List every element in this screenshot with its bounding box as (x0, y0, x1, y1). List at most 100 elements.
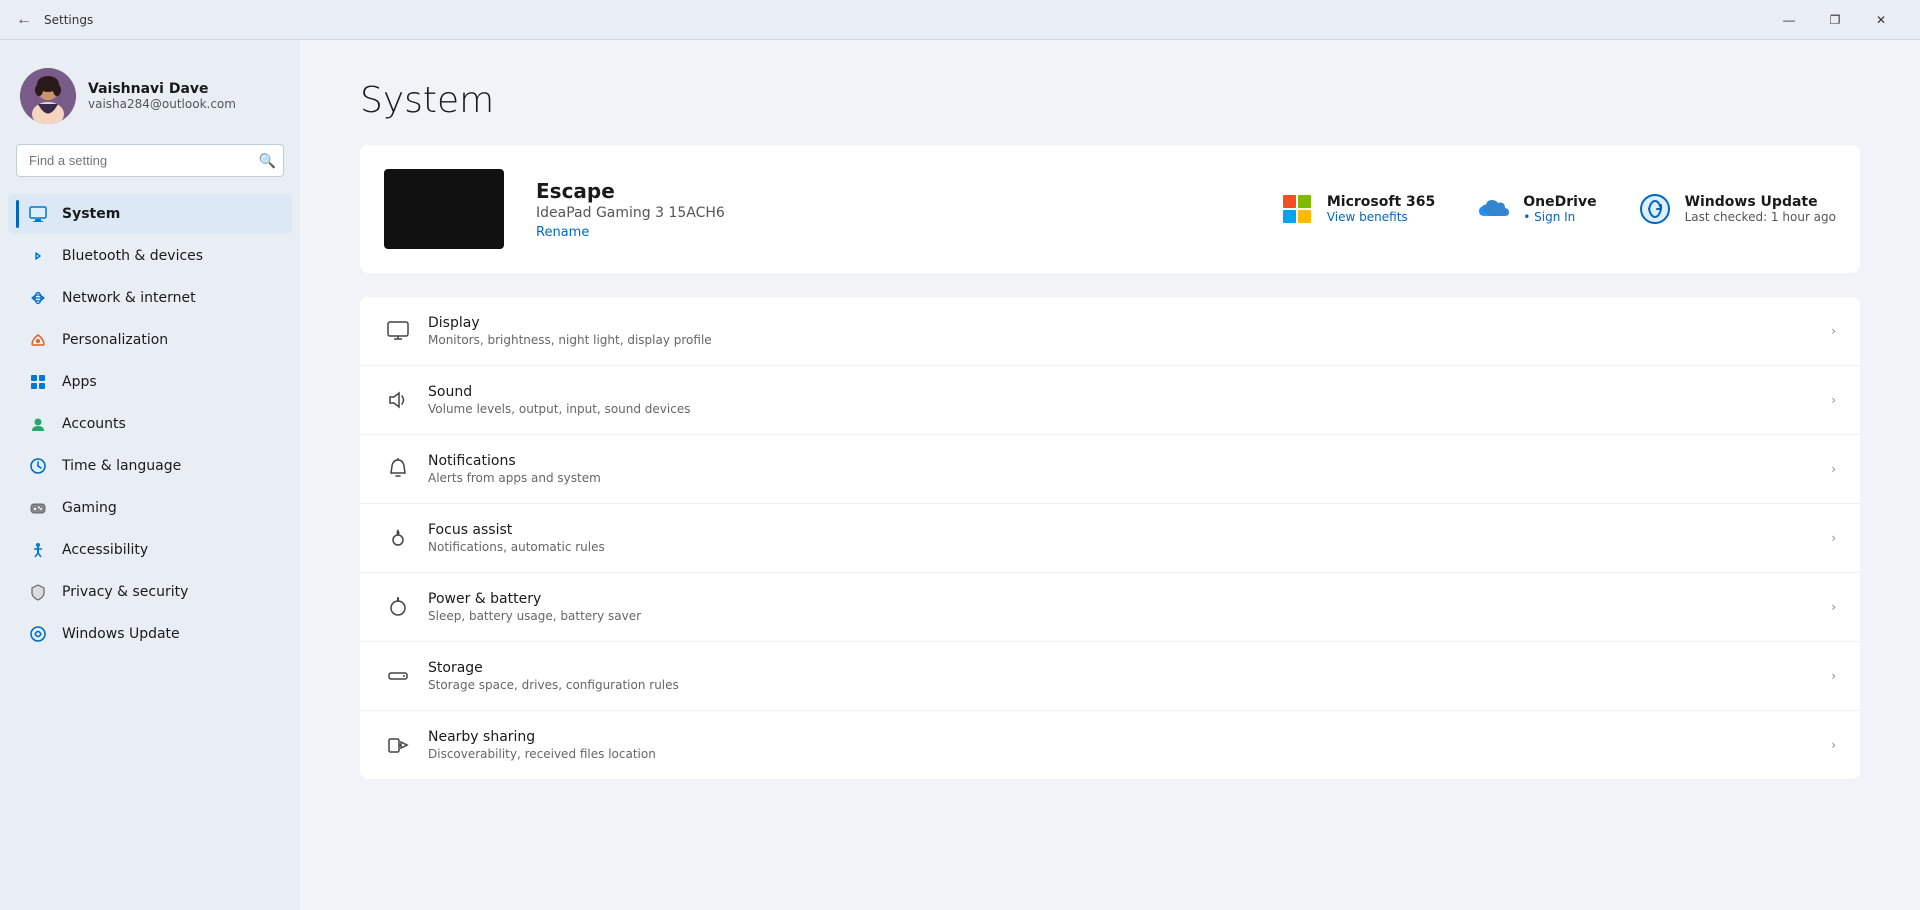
setting-sound[interactable]: Sound Volume levels, output, input, soun… (360, 366, 1860, 435)
settings-list: Display Monitors, brightness, night ligh… (360, 297, 1860, 779)
focus-icon (384, 524, 412, 552)
chevron-icon-nearby: › (1831, 738, 1836, 752)
close-button[interactable]: ✕ (1858, 4, 1904, 36)
setting-nearby[interactable]: Nearby sharing Discoverability, received… (360, 711, 1860, 779)
avatar-image (20, 68, 76, 124)
setting-storage-desc: Storage space, drives, configuration rul… (428, 678, 1815, 692)
setting-storage[interactable]: Storage Storage space, drives, configura… (360, 642, 1860, 711)
device-name: Escape (536, 179, 725, 203)
setting-display-title: Display (428, 315, 1815, 331)
top-card-links: Microsoft 365 View benefits OneDrive (1279, 191, 1836, 227)
bluetooth-icon (28, 246, 48, 266)
sidebar-item-personalization[interactable]: Personalization (8, 320, 292, 360)
display-icon (384, 317, 412, 345)
sidebar-item-system[interactable]: System (8, 194, 292, 234)
page-title: System (360, 80, 1860, 121)
onedrive-link[interactable]: OneDrive • Sign In (1475, 191, 1596, 227)
setting-notifications[interactable]: Notifications Alerts from apps and syste… (360, 435, 1860, 504)
chevron-icon-storage: › (1831, 669, 1836, 683)
network-icon (28, 288, 48, 308)
setting-notifications-desc: Alerts from apps and system (428, 471, 1815, 485)
chevron-icon-power: › (1831, 600, 1836, 614)
search-button[interactable]: 🔍 (259, 152, 276, 169)
ms365-sub[interactable]: View benefits (1327, 210, 1435, 224)
sidebar-item-label-network: Network & internet (62, 290, 196, 306)
setting-power[interactable]: Power & battery Sleep, battery usage, ba… (360, 573, 1860, 642)
setting-notifications-text: Notifications Alerts from apps and syste… (428, 453, 1815, 485)
rename-link[interactable]: Rename (536, 225, 589, 240)
storage-icon (384, 662, 412, 690)
sidebar-item-label-time: Time & language (62, 458, 181, 474)
windows-update-top-text: Windows Update Last checked: 1 hour ago (1685, 194, 1836, 224)
setting-notifications-title: Notifications (428, 453, 1815, 469)
sidebar-item-apps[interactable]: Apps (8, 362, 292, 402)
search-input[interactable] (16, 144, 284, 177)
sidebar-item-accessibility[interactable]: Accessibility (8, 530, 292, 570)
app-body: Vaishnavi Dave vaisha284@outlook.com 🔍 S… (0, 40, 1920, 910)
sidebar-item-time[interactable]: Time & language (8, 446, 292, 486)
setting-sound-desc: Volume levels, output, input, sound devi… (428, 402, 1815, 416)
device-card: Escape IdeaPad Gaming 3 15ACH6 Rename (360, 145, 1860, 273)
sidebar-item-privacy[interactable]: Privacy & security (8, 572, 292, 612)
ms365-link[interactable]: Microsoft 365 View benefits (1279, 191, 1435, 227)
setting-display-desc: Monitors, brightness, night light, displ… (428, 333, 1815, 347)
setting-focus[interactable]: Focus assist Notifications, automatic ru… (360, 504, 1860, 573)
power-icon (384, 593, 412, 621)
setting-power-title: Power & battery (428, 591, 1815, 607)
ms365-title: Microsoft 365 (1327, 194, 1435, 210)
sidebar-item-windows-update[interactable]: Windows Update (8, 614, 292, 654)
privacy-icon (28, 582, 48, 602)
setting-focus-title: Focus assist (428, 522, 1815, 538)
sidebar-item-gaming[interactable]: Gaming (8, 488, 292, 528)
app-title: Settings (44, 13, 93, 27)
maximize-button[interactable]: ❐ (1812, 4, 1858, 36)
sidebar: Vaishnavi Dave vaisha284@outlook.com 🔍 S… (0, 40, 300, 910)
ms365-icon (1279, 191, 1315, 227)
setting-focus-text: Focus assist Notifications, automatic ru… (428, 522, 1815, 554)
sidebar-item-label-personalization: Personalization (62, 332, 168, 348)
sidebar-item-label-apps: Apps (62, 374, 97, 390)
onedrive-icon (1475, 191, 1511, 227)
device-model: IdeaPad Gaming 3 15ACH6 (536, 205, 725, 221)
setting-storage-text: Storage Storage space, drives, configura… (428, 660, 1815, 692)
user-email: vaisha284@outlook.com (88, 97, 236, 111)
sidebar-item-accounts[interactable]: Accounts (8, 404, 292, 444)
setting-display[interactable]: Display Monitors, brightness, night ligh… (360, 297, 1860, 366)
windows-update-icon (28, 624, 48, 644)
setting-nearby-title: Nearby sharing (428, 729, 1815, 745)
minimize-button[interactable]: — (1766, 4, 1812, 36)
setting-power-desc: Sleep, battery usage, battery saver (428, 609, 1815, 623)
system-icon (28, 204, 48, 224)
main-content: System Escape IdeaPad Gaming 3 15ACH6 Re… (300, 40, 1920, 910)
setting-power-text: Power & battery Sleep, battery usage, ba… (428, 591, 1815, 623)
back-button[interactable]: ← (16, 11, 32, 29)
sidebar-item-label-accounts: Accounts (62, 416, 126, 432)
device-info: Escape IdeaPad Gaming 3 15ACH6 Rename (536, 179, 725, 240)
notifications-icon (384, 455, 412, 483)
avatar (20, 68, 76, 124)
sidebar-item-label-windows-update: Windows Update (62, 626, 180, 642)
onedrive-title: OneDrive (1523, 194, 1596, 210)
apps-icon (28, 372, 48, 392)
windows-update-top-title: Windows Update (1685, 194, 1836, 210)
user-info: Vaishnavi Dave vaisha284@outlook.com (88, 81, 236, 111)
chevron-icon-notifications: › (1831, 462, 1836, 476)
nearby-icon (384, 731, 412, 759)
chevron-icon-focus: › (1831, 531, 1836, 545)
windows-update-top-link[interactable]: Windows Update Last checked: 1 hour ago (1637, 191, 1836, 227)
ms365-text: Microsoft 365 View benefits (1327, 194, 1435, 224)
accounts-icon (28, 414, 48, 434)
sidebar-item-bluetooth[interactable]: Bluetooth & devices (8, 236, 292, 276)
personalization-icon (28, 330, 48, 350)
sidebar-item-network[interactable]: Network & internet (8, 278, 292, 318)
user-profile: Vaishnavi Dave vaisha284@outlook.com (0, 56, 300, 144)
device-thumbnail (384, 169, 504, 249)
setting-sound-title: Sound (428, 384, 1815, 400)
search-box: 🔍 (16, 144, 284, 177)
sidebar-item-label-system: System (62, 206, 120, 222)
sidebar-item-label-accessibility: Accessibility (62, 542, 148, 558)
sidebar-item-label-privacy: Privacy & security (62, 584, 188, 600)
chevron-icon: › (1831, 324, 1836, 338)
onedrive-text: OneDrive • Sign In (1523, 194, 1596, 224)
onedrive-sub[interactable]: • Sign In (1523, 210, 1596, 224)
